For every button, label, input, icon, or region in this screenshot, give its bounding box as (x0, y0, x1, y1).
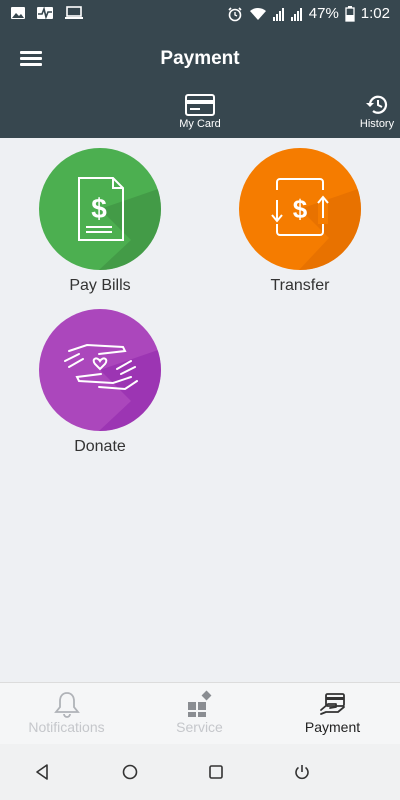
pay-bills-label: Pay Bills (69, 277, 131, 294)
power-button[interactable] (292, 762, 312, 782)
bottom-navigation: Notifications Service Payment (0, 682, 400, 744)
recents-icon (209, 765, 223, 779)
recents-button[interactable] (206, 762, 226, 782)
donate-button[interactable]: Donate (20, 309, 180, 456)
pay-bills-button[interactable]: $ Pay Bills (20, 148, 180, 295)
signal-icon (272, 6, 285, 22)
power-icon (295, 765, 309, 780)
transfer-icon: $ (271, 178, 361, 270)
tab-my-card-label: My Card (179, 118, 221, 130)
home-icon (122, 764, 138, 780)
laptop-icon (64, 5, 84, 21)
system-navigation-bar (0, 744, 400, 800)
back-button[interactable] (33, 762, 53, 782)
transfer-circle: $ (239, 148, 361, 270)
pulse-icon (36, 5, 54, 21)
donate-label: Donate (74, 438, 126, 455)
image-icon (10, 5, 26, 21)
transfer-label: Transfer (270, 277, 330, 294)
home-button[interactable] (120, 762, 140, 782)
tab-history[interactable]: History (352, 94, 400, 130)
pay-bills-circle: $ (39, 148, 161, 270)
nav-notifications[interactable]: Notifications (0, 683, 133, 745)
nav-payment[interactable]: Payment (266, 683, 399, 745)
card-icon (185, 94, 215, 116)
battery-icon (345, 5, 355, 22)
donate-icon (64, 343, 161, 431)
clock-time: 1:02 (360, 5, 390, 22)
nav-service[interactable]: Service (133, 683, 266, 745)
alarm-icon (227, 6, 243, 22)
payment-icon (319, 693, 345, 715)
back-icon (36, 764, 48, 780)
tab-history-label: History (359, 118, 395, 130)
nav-service-label: Service (176, 719, 223, 735)
svg-text:$: $ (91, 193, 107, 224)
donate-circle (39, 309, 161, 431)
bill-icon: $ (78, 177, 161, 270)
nav-notifications-label: Notifications (28, 719, 105, 735)
battery-percent: 47% (308, 5, 339, 22)
app-header: Payment My Card History (0, 28, 400, 138)
bell-icon (53, 692, 80, 718)
wifi-icon (249, 6, 267, 22)
signal-icon (290, 6, 303, 22)
page-title: Payment (160, 48, 240, 69)
svg-text:$: $ (293, 194, 308, 224)
status-bar: 47% 1:02 (0, 0, 400, 28)
tab-my-card[interactable]: My Card (170, 94, 230, 130)
nav-payment-label: Payment (304, 719, 361, 735)
history-icon (366, 95, 388, 114)
transfer-button[interactable]: $ Transfer (220, 148, 380, 295)
service-icon (187, 690, 211, 717)
